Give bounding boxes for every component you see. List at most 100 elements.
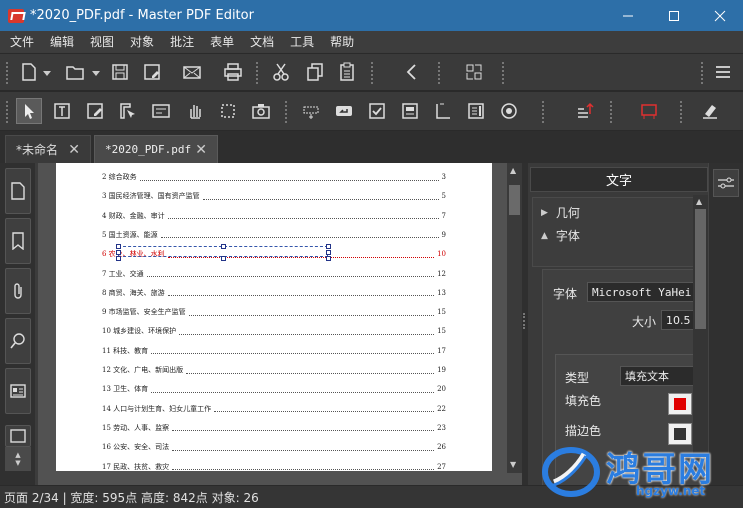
combobox-field-button[interactable] (397, 98, 423, 124)
maximize-button[interactable] (651, 0, 697, 31)
toolbar-grip[interactable] (6, 62, 10, 84)
toc-entry-title: 7 工业、交通 (102, 269, 144, 278)
resize-handle[interactable] (116, 244, 121, 250)
chevron-down-icon[interactable]: ▼ (15, 459, 20, 467)
text-selection-box[interactable] (116, 244, 331, 262)
toolbar-grip[interactable] (680, 101, 684, 123)
radio-field-button[interactable] (496, 98, 522, 124)
menu-object[interactable]: 对象 (120, 33, 160, 50)
toolbar-grip[interactable] (542, 101, 546, 123)
open-dropdown-icon[interactable] (92, 71, 100, 76)
previous-button[interactable] (399, 59, 425, 85)
chevron-right-icon[interactable]: ▶ (541, 208, 548, 218)
checkbox-field-button[interactable] (364, 98, 390, 124)
properties-scrollbar[interactable]: ▲ (693, 195, 708, 475)
listbox-icon (468, 103, 484, 119)
snapshot-button[interactable] (248, 98, 274, 124)
scrollbar-thumb[interactable] (509, 185, 520, 215)
resize-handle[interactable] (116, 250, 121, 256)
crop-button[interactable] (461, 59, 487, 85)
rectangle-redaction-button[interactable] (636, 98, 662, 124)
bookmarks-panel-button[interactable] (5, 218, 31, 264)
edit-text-button[interactable] (49, 98, 75, 124)
resize-handle[interactable] (326, 256, 331, 262)
close-button[interactable] (697, 0, 743, 31)
minimize-button[interactable] (605, 0, 651, 31)
hand-tool-button[interactable] (182, 98, 208, 124)
print-button[interactable] (220, 59, 246, 85)
save-as-button[interactable] (139, 59, 165, 85)
chevron-up-icon[interactable]: ▲ (15, 451, 20, 459)
toc-leader-dots (186, 367, 435, 374)
resize-handle[interactable] (221, 256, 226, 262)
toolbar-grip[interactable] (610, 101, 614, 123)
toc-leader-dots (151, 347, 435, 355)
paste-button[interactable] (334, 59, 360, 85)
pdf-page[interactable]: 2 综合政务 3 3 国民经济管理、国有资产监管 5 4 财政、金融、审计 7 5 国土资源… (56, 163, 492, 471)
select-tool-button[interactable] (16, 98, 42, 124)
sidebar-scroll[interactable]: ▲ ▼ (5, 447, 31, 471)
scroll-down-icon[interactable]: ▼ (510, 460, 516, 469)
font-name-field[interactable]: Microsoft YaHei (587, 282, 699, 302)
menu-document[interactable]: 文档 (240, 33, 280, 50)
new-dropdown-icon[interactable] (43, 71, 51, 76)
email-button[interactable] (179, 59, 205, 85)
toc-leader-dots (139, 174, 439, 181)
edit-forms-button[interactable] (82, 98, 108, 124)
toolbar-grip[interactable] (285, 101, 289, 123)
document-vertical-scrollbar[interactable]: ▲ ▼ (507, 163, 522, 473)
toolbar-grip[interactable] (701, 62, 705, 84)
tree-node-geometry[interactable]: ▶ 几何 (541, 204, 580, 221)
tree-node-font[interactable]: ▲ 字体 (541, 227, 580, 244)
toolbar-grip[interactable] (502, 62, 506, 84)
text-type-select[interactable]: 填充文本 (620, 366, 700, 386)
document-view[interactable]: 2 综合政务 3 3 国民经济管理、国有资产监管 5 4 财政、金融、审计 7 5 国土资源… (38, 163, 522, 485)
layers-panel-button[interactable] (5, 368, 31, 414)
menu-view[interactable]: 视图 (80, 33, 120, 50)
copy-button[interactable] (302, 59, 328, 85)
menu-help[interactable]: 帮助 (320, 33, 360, 50)
attachments-panel-button[interactable] (5, 268, 31, 314)
scroll-up-icon[interactable]: ▲ (696, 197, 702, 206)
new-document-button[interactable] (16, 59, 42, 85)
save-button[interactable] (107, 59, 133, 85)
menu-edit[interactable]: 编辑 (40, 33, 80, 50)
fill-color-button[interactable] (668, 393, 692, 415)
form-field-button[interactable] (148, 98, 174, 124)
insert-text-markup-button[interactable] (571, 98, 597, 124)
splitter-grip[interactable] (523, 313, 526, 329)
pin-close-icon[interactable]: ✕ (68, 142, 80, 158)
eraser-button[interactable] (697, 98, 723, 124)
chevron-up-icon[interactable]: ▲ (541, 231, 548, 241)
cut-button[interactable] (268, 59, 294, 85)
resize-handle[interactable] (221, 244, 226, 250)
tab-2020-pdf[interactable]: *2020_PDF.pdf ✕ (94, 135, 218, 163)
menu-file[interactable]: 文件 (0, 33, 40, 50)
toolbar-grip[interactable] (6, 101, 10, 123)
overflow-menu-button[interactable] (710, 59, 736, 85)
resize-handle[interactable] (326, 244, 331, 250)
properties-dock-button[interactable] (713, 169, 739, 197)
tab-untitled[interactable]: *未命名 ✕ (5, 135, 91, 163)
button-field-button[interactable] (331, 98, 357, 124)
resize-handle[interactable] (326, 250, 331, 256)
listbox-field-button[interactable] (463, 98, 489, 124)
resize-handle[interactable] (116, 256, 121, 262)
signature-field-button[interactable] (430, 98, 456, 124)
edit-objects-button[interactable] (115, 98, 141, 124)
toolbar-grip[interactable] (256, 62, 260, 84)
toolbar-grip[interactable] (438, 62, 442, 84)
scroll-up-icon[interactable]: ▲ (510, 166, 516, 175)
scrollbar-thumb[interactable] (695, 209, 706, 329)
toolbar-grip[interactable] (371, 62, 375, 84)
object-panel-button[interactable] (5, 425, 31, 447)
marquee-tool-button[interactable] (215, 98, 241, 124)
open-button[interactable] (62, 59, 88, 85)
menu-comment[interactable]: 批注 (160, 33, 200, 50)
text-field-button[interactable] (298, 98, 324, 124)
search-panel-button[interactable] (5, 318, 31, 364)
menu-tools[interactable]: 工具 (280, 33, 320, 50)
menu-form[interactable]: 表单 (200, 33, 240, 50)
pin-close-icon[interactable]: ✕ (195, 142, 207, 158)
pages-panel-button[interactable] (5, 168, 31, 214)
